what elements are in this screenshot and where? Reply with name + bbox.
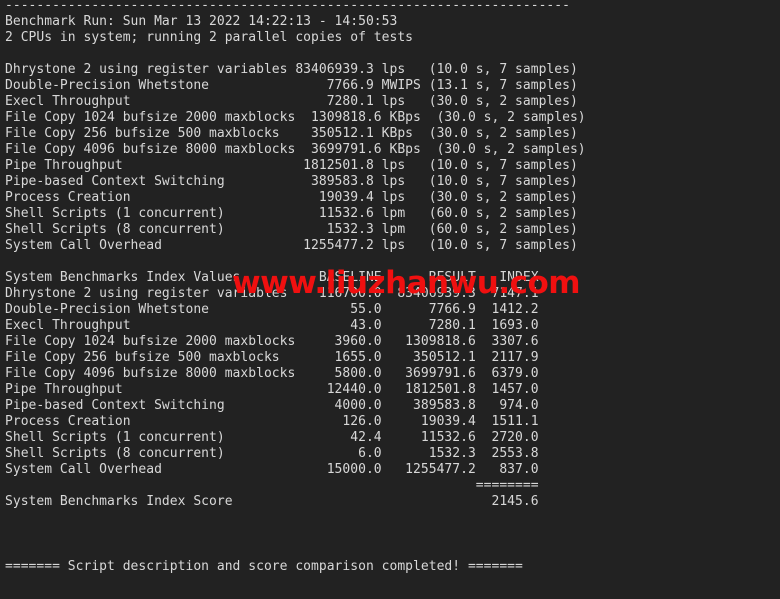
raw-result-row: Pipe Throughput 1812501.8 lps (10.0 s, 7… — [5, 158, 578, 174]
raw-result-row: Process Creation 19039.4 lps (30.0 s, 2 … — [5, 190, 578, 206]
raw-result-row: Pipe-based Context Switching 389583.8 lp… — [5, 174, 578, 190]
raw-result-row: Double-Precision Whetstone 7766.9 MWIPS … — [5, 78, 578, 94]
index-table-row: Shell Scripts (1 concurrent) 42.4 11532.… — [5, 430, 539, 446]
raw-result-row: Dhrystone 2 using register variables 834… — [5, 62, 578, 78]
index-table-row: File Copy 4096 bufsize 8000 maxblocks 58… — [5, 366, 539, 382]
index-table-row: Process Creation 126.0 19039.4 1511.1 — [5, 414, 539, 430]
raw-result-row: Execl Throughput 7280.1 lps (30.0 s, 2 s… — [5, 94, 578, 110]
raw-result-row: Shell Scripts (1 concurrent) 11532.6 lpm… — [5, 206, 578, 222]
cpu-info-line: 2 CPUs in system; running 2 parallel cop… — [5, 30, 414, 46]
completed-line: ======= Script description and score com… — [5, 558, 523, 574]
index-table-row: Pipe-based Context Switching 4000.0 3895… — [5, 398, 539, 414]
index-table-header: System Benchmarks Index Values BASELINE … — [5, 270, 539, 286]
raw-result-row: System Call Overhead 1255477.2 lps (10.0… — [5, 238, 578, 254]
raw-result-row: File Copy 1024 bufsize 2000 maxblocks 13… — [5, 110, 586, 126]
terminal-output: ----------------------------------------… — [5, 0, 586, 575]
index-table-row: Execl Throughput 43.0 7280.1 1693.0 — [5, 318, 539, 334]
index-table-row: Shell Scripts (8 concurrent) 6.0 1532.3 … — [5, 446, 539, 462]
top-rule: ----------------------------------------… — [5, 0, 570, 13]
index-separator: ======== — [5, 478, 539, 494]
raw-result-row: Shell Scripts (8 concurrent) 1532.3 lpm … — [5, 222, 578, 238]
raw-result-row: File Copy 256 bufsize 500 maxblocks 3505… — [5, 126, 578, 142]
index-table-row: File Copy 1024 bufsize 2000 maxblocks 39… — [5, 334, 539, 350]
terminal-window: ----------------------------------------… — [0, 0, 780, 599]
index-score-row: System Benchmarks Index Score 2145.6 — [5, 494, 539, 510]
index-table-row: System Call Overhead 15000.0 1255477.2 8… — [5, 462, 539, 478]
raw-result-row: File Copy 4096 bufsize 8000 maxblocks 36… — [5, 142, 586, 158]
index-table-row: Dhrystone 2 using register variables 116… — [5, 286, 539, 302]
benchmark-run-line: Benchmark Run: Sun Mar 13 2022 14:22:13 … — [5, 14, 398, 30]
index-table-row: Double-Precision Whetstone 55.0 7766.9 1… — [5, 302, 539, 318]
index-table-row: Pipe Throughput 12440.0 1812501.8 1457.0 — [5, 382, 539, 398]
index-table-row: File Copy 256 bufsize 500 maxblocks 1655… — [5, 350, 539, 366]
